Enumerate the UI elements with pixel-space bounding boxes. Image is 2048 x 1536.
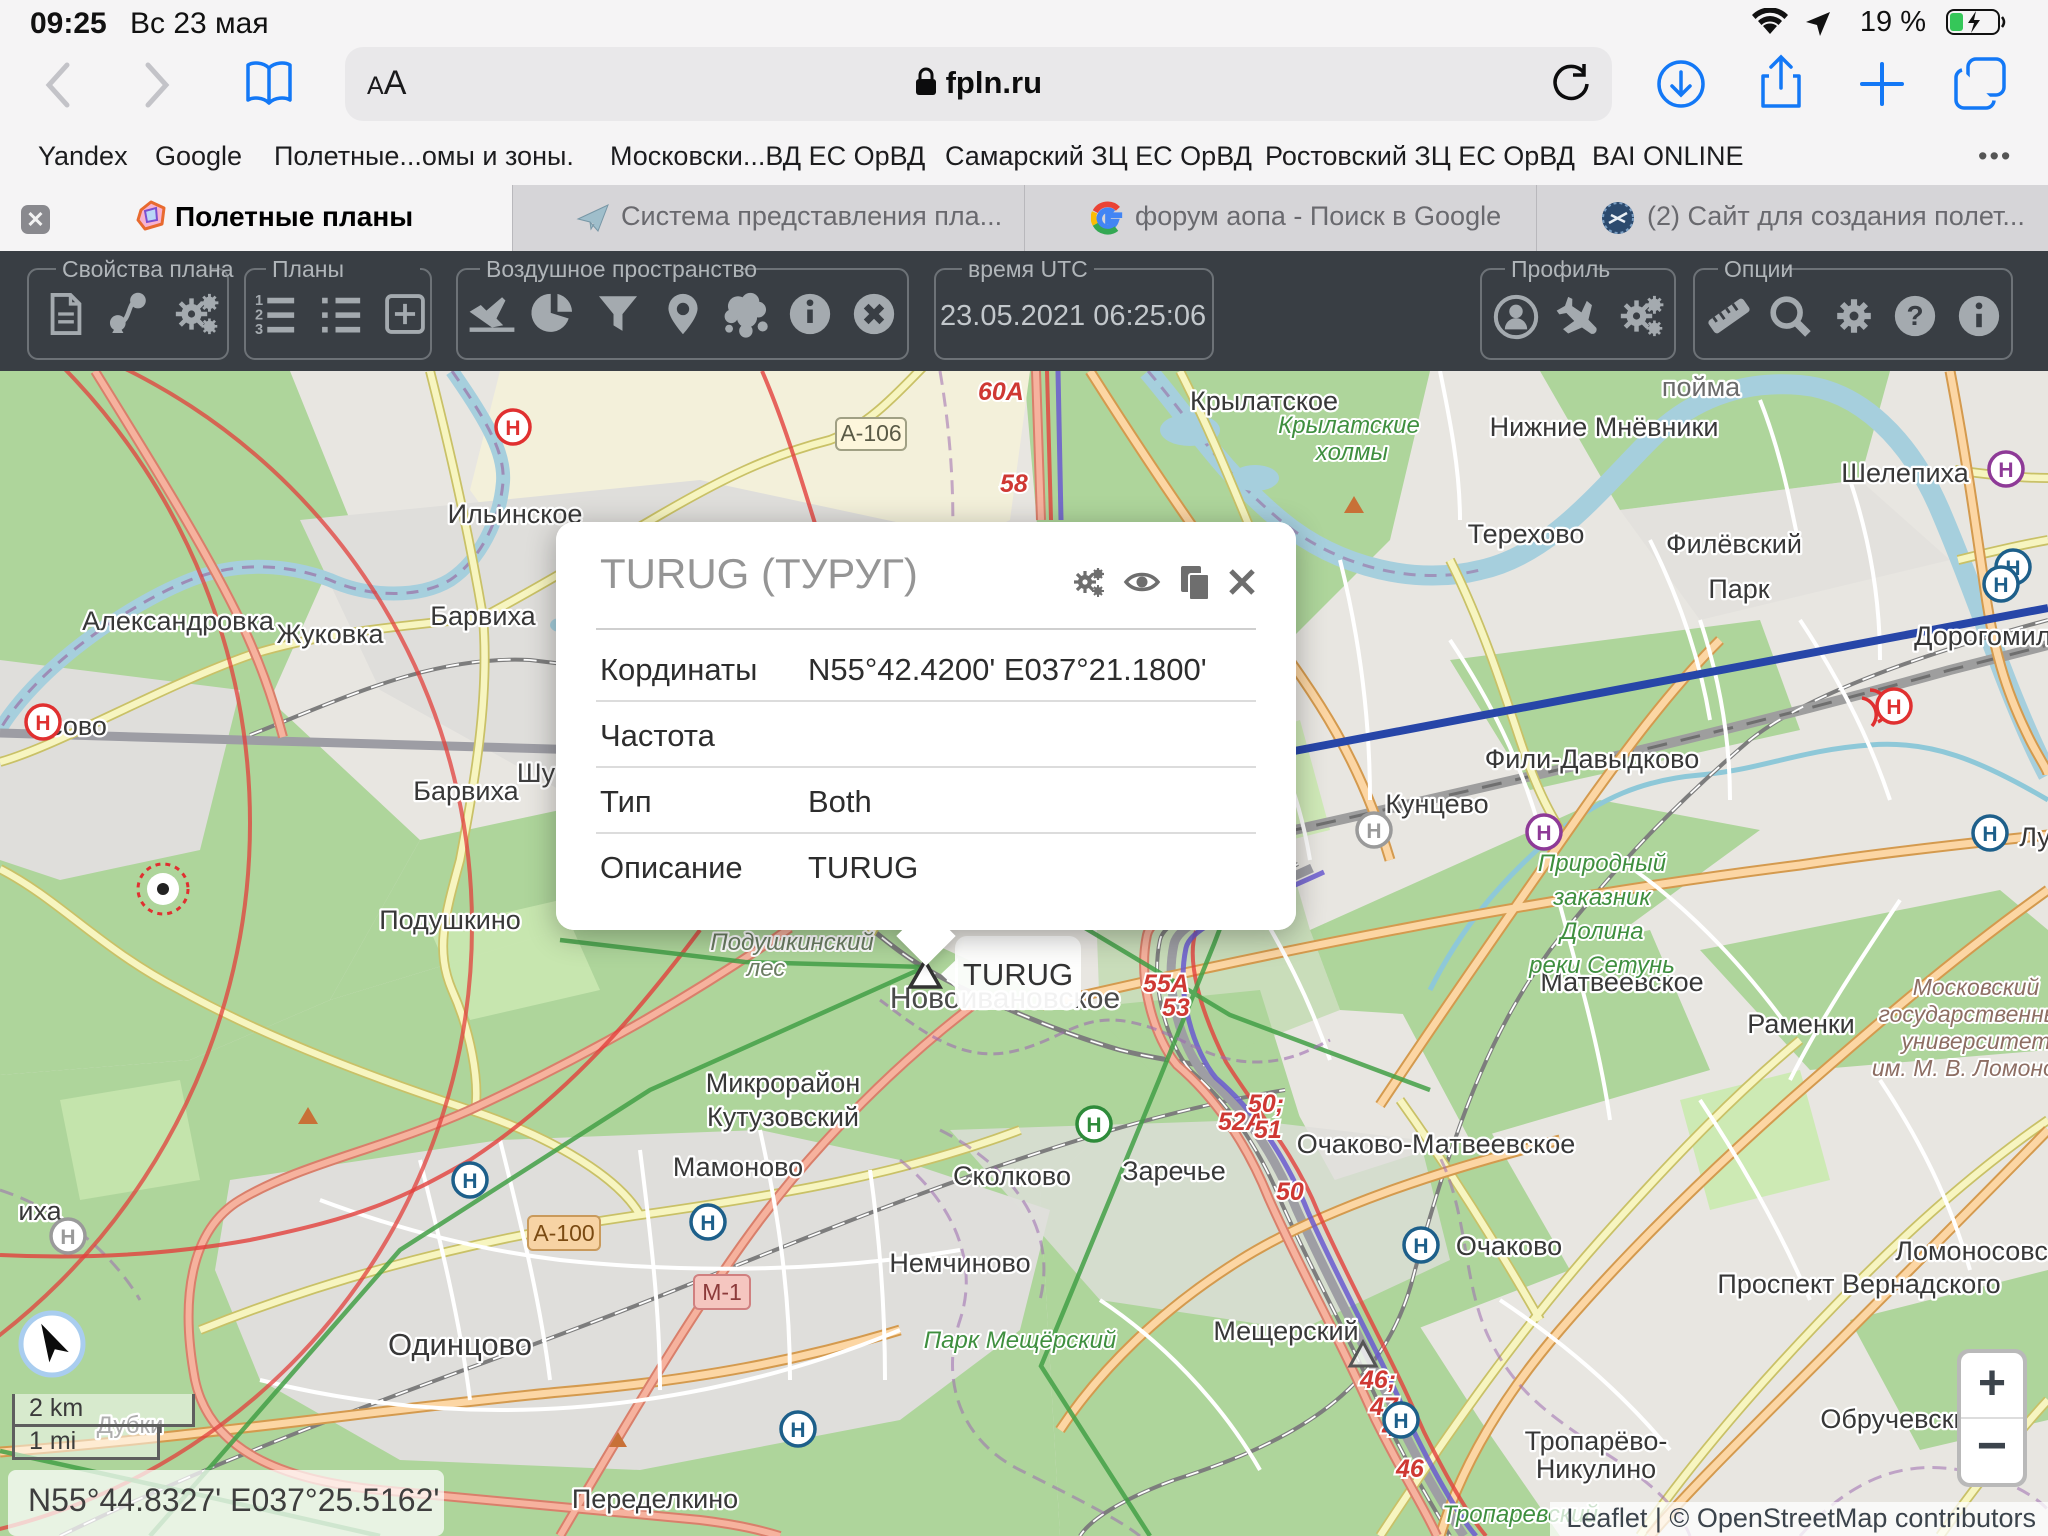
svg-text:М-1: М-1	[702, 1279, 742, 1305]
svg-text:Н: Н	[1393, 1410, 1408, 1433]
svg-text:Крылатские: Крылатские	[1278, 412, 1420, 439]
svg-text:Опции: Опции	[1724, 256, 1793, 282]
svg-text:50;: 50;	[1248, 1090, 1284, 1118]
svg-text:заказник: заказник	[1552, 884, 1652, 911]
svg-text:Профиль: Профиль	[1511, 256, 1610, 282]
svg-text:Тропарёво-: Тропарёво-	[1525, 1426, 1668, 1456]
svg-text:А-106: А-106	[840, 420, 901, 446]
svg-text:Н: Н	[1413, 1235, 1428, 1258]
svg-text:Парк: Парк	[1708, 574, 1769, 604]
svg-text:Переделкино: Переделкино	[572, 1484, 738, 1514]
svg-text:Н: Н	[505, 417, 520, 440]
svg-text:Нижние Мнёвники: Нижние Мнёвники	[1490, 412, 1719, 442]
svg-text:Н: Н	[1536, 822, 1551, 845]
svg-text:Немчиново: Немчиново	[889, 1248, 1030, 1278]
svg-text:лес: лес	[745, 955, 786, 982]
svg-text:58: 58	[1000, 470, 1028, 498]
svg-text:государственный: государственный	[1879, 1001, 2048, 1027]
svg-text:3: 3	[255, 322, 263, 338]
svg-text:Н: Н	[1982, 823, 1997, 846]
svg-text:Н: Н	[1366, 820, 1381, 843]
svg-text:60А: 60А	[978, 378, 1024, 406]
svg-text:Терехово: Терехово	[1468, 519, 1585, 549]
svg-text:иха: иха	[18, 1196, 62, 1226]
svg-text:TURUG: TURUG	[963, 957, 1073, 992]
svg-text:А-100: А-100	[533, 1220, 594, 1246]
svg-text:им. М. В. Ломоносо: им. М. В. Ломоносо	[1872, 1055, 2048, 1081]
svg-text:Раменки: Раменки	[1747, 1009, 1855, 1039]
svg-text:Московский: Московский	[1913, 974, 2040, 1000]
svg-text:Проспект Вернадского: Проспект Вернадского	[1717, 1269, 2000, 1299]
svg-text:Барвиха: Барвиха	[413, 776, 519, 806]
svg-text:Свойства плана: Свойства плана	[62, 256, 234, 282]
svg-text:университет: университет	[1899, 1028, 2048, 1054]
svg-text:Подушкино: Подушкино	[379, 905, 521, 935]
svg-text:Подушкинский: Подушкинский	[710, 929, 874, 956]
svg-text:Мещерский: Мещерский	[1213, 1316, 1358, 1346]
svg-text:Дорогомилово: Дорогомилово	[1914, 621, 2048, 651]
svg-text:Микрорайон: Микрорайон	[706, 1068, 860, 1098]
svg-text:время UTC: время UTC	[968, 256, 1088, 282]
svg-text:Кутузовский: Кутузовский	[707, 1102, 859, 1132]
svg-text:Природный: Природный	[1538, 850, 1666, 877]
svg-text:Одинцово: Одинцово	[388, 1327, 532, 1362]
svg-text:Никулино: Никулино	[1536, 1454, 1656, 1484]
svg-text:Н: Н	[60, 1226, 75, 1249]
svg-text:реки Сетунь: реки Сетунь	[1528, 952, 1675, 979]
svg-text:Лу: Лу	[2019, 822, 2048, 852]
svg-text:Филёвский: Филёвский	[1666, 529, 1802, 559]
svg-text:Мамоново: Мамоново	[673, 1152, 803, 1182]
svg-text:?: ?	[1906, 300, 1923, 331]
svg-text:Очаково-Матвеевское: Очаково-Матвеевское	[1297, 1129, 1576, 1159]
svg-text:Н: Н	[35, 712, 50, 735]
svg-text:Шелепиха: Шелепиха	[1841, 458, 1970, 488]
svg-text:Заречье: Заречье	[1122, 1156, 1226, 1186]
svg-text:23.05.2021 06:25:06: 23.05.2021 06:25:06	[940, 300, 1206, 332]
svg-text:Планы: Планы	[272, 256, 344, 282]
svg-text:Н: Н	[1086, 1114, 1101, 1137]
svg-text:Фили-Давыдково: Фили-Давыдково	[1485, 744, 1699, 774]
svg-text:Н: Н	[1886, 696, 1901, 719]
svg-text:Ломоносовски: Ломоносовски	[1895, 1236, 2048, 1266]
svg-text:50: 50	[1276, 1178, 1304, 1206]
svg-text:Н: Н	[790, 1419, 805, 1442]
svg-text:51: 51	[1254, 1116, 1282, 1144]
svg-text:пойма: пойма	[1662, 372, 1741, 402]
svg-text:53: 53	[1162, 994, 1190, 1022]
svg-text:Жуковка: Жуковка	[276, 619, 384, 649]
svg-text:Кунцево: Кунцево	[1385, 789, 1488, 819]
svg-text:Сколково: Сколково	[953, 1161, 1071, 1191]
svg-text:46;: 46;	[1359, 1366, 1396, 1394]
svg-text:Шу: Шу	[517, 758, 556, 788]
svg-text:Очаково: Очаково	[1456, 1231, 1562, 1261]
svg-text:46: 46	[1395, 1455, 1425, 1483]
svg-text:Воздушное пространство: Воздушное пространство	[486, 256, 757, 282]
svg-text:Н: Н	[700, 1212, 715, 1235]
svg-text:холмы: холмы	[1315, 439, 1389, 466]
svg-text:Барвиха: Барвиха	[430, 601, 536, 631]
svg-text:Н: Н	[1993, 574, 2008, 597]
svg-text:Ильинское: Ильинское	[448, 499, 583, 529]
svg-text:Н: Н	[1998, 459, 2013, 482]
svg-text:Парк Мещёрский: Парк Мещёрский	[924, 1327, 1117, 1354]
svg-text:Н: Н	[462, 1170, 477, 1193]
svg-text:Александровка: Александровка	[82, 606, 275, 636]
svg-text:Долина: Долина	[1557, 918, 1643, 945]
